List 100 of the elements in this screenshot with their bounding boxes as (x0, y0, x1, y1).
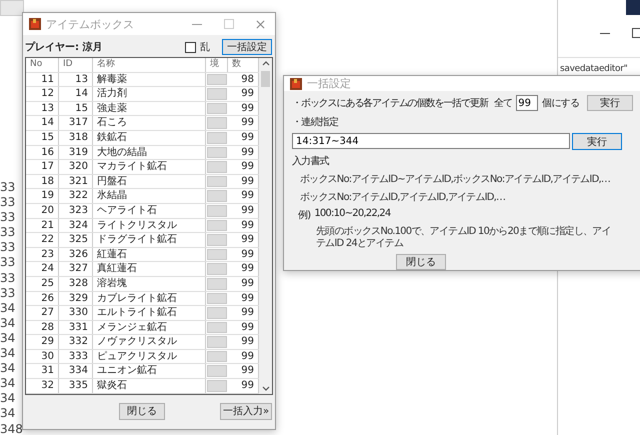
slot-button[interactable] (207, 102, 227, 114)
table-cell: 328 (59, 276, 93, 290)
slot-button[interactable] (207, 365, 227, 378)
slot-button[interactable] (207, 292, 227, 304)
app-icon (290, 78, 302, 90)
table-cell: 21 (26, 218, 59, 232)
table-cell: 335 (59, 379, 93, 393)
bulk-input-button[interactable]: 一括入力» (220, 402, 272, 420)
count-suffix: 個にする (542, 97, 580, 110)
slot-button[interactable] (207, 248, 227, 260)
table-cell: ピュアクリスタル (93, 350, 206, 364)
scroll-up-icon[interactable] (262, 61, 270, 66)
table-cell: 鉄鉱石 (93, 130, 206, 145)
table-cell: 石ころ (93, 116, 206, 130)
column-header: 名称 (93, 58, 206, 72)
count-field[interactable]: 99 (516, 95, 538, 111)
slot-button[interactable] (207, 88, 227, 100)
slot-button[interactable] (207, 278, 227, 290)
scrollbar-thumb[interactable] (261, 71, 270, 87)
slot-button[interactable] (207, 234, 227, 246)
window-title: アイテムボックス (46, 16, 135, 32)
table-cell: 318 (59, 130, 93, 145)
table-cell: 活力剤 (93, 87, 206, 101)
minimize-icon[interactable] (600, 32, 610, 34)
checkbox[interactable] (185, 42, 196, 52)
example-label: 例) (298, 209, 310, 222)
table-cell: 330 (59, 306, 93, 320)
list-number: 34 (0, 300, 16, 316)
table-cell: 14 (26, 116, 59, 130)
column-header: 境 (206, 58, 228, 72)
slot-button[interactable] (207, 220, 227, 232)
table-cell: 15 (59, 102, 93, 116)
table-cell: 322 (59, 189, 93, 203)
table-cell: 319 (59, 146, 93, 160)
run-button[interactable]: 実行 (587, 95, 634, 111)
slot-button[interactable] (207, 307, 227, 319)
table-cell: 紅蓮石 (93, 248, 206, 262)
table-cell: ドラグライト鉱石 (93, 233, 206, 247)
list-number: 34 (0, 361, 16, 376)
column-header: No (26, 58, 59, 72)
close-button[interactable]: 閉じる (396, 254, 446, 270)
table-cell: 15 (26, 130, 59, 145)
list-number: 34 (0, 346, 16, 362)
table-cell: 溶岩塊 (93, 276, 206, 290)
close-icon[interactable] (256, 20, 265, 28)
table-cell: 真紅蓮石 (93, 262, 206, 276)
slot-button[interactable] (207, 146, 227, 158)
list-number: 33 (0, 180, 16, 196)
table-cell: 320 (59, 160, 93, 174)
table-cell: 20 (26, 204, 59, 218)
scroll-down-icon[interactable] (262, 386, 270, 391)
close-button[interactable]: 閉じる (119, 402, 165, 420)
table-cell: 獄炎石 (93, 379, 206, 393)
table-cell: 19 (26, 189, 59, 203)
table-cell: 325 (59, 233, 93, 247)
table-cell: 29 (26, 335, 59, 349)
slot-button[interactable] (207, 263, 227, 275)
list-number: 33 (0, 195, 16, 210)
table-cell: 17 (26, 160, 59, 174)
slot-button[interactable] (207, 190, 227, 202)
table-cell: 13 (59, 72, 93, 86)
table-cell: 30 (26, 350, 59, 364)
example-value: 100:10~20,22,24 (314, 208, 390, 221)
app-icon (29, 18, 41, 30)
table-cell: 327 (59, 262, 93, 276)
table-cell: 16 (26, 146, 59, 160)
list-number: 34 (0, 406, 16, 422)
bulk-settings-button[interactable]: 一括設定 (222, 39, 272, 55)
table-cell: マカライト鉱石 (93, 160, 206, 174)
list-number: 33 (0, 210, 16, 226)
table-cell: 333 (59, 350, 93, 364)
table-cell: 氷結晶 (93, 189, 206, 203)
table-cell: 317 (59, 116, 93, 130)
slot-button[interactable] (207, 336, 227, 348)
list-number: 33 (0, 270, 16, 286)
example-description: 先頭のボックスNo.100で、アイテムID 10から20まで順に指定し、アイテムID 24とアイテム (315, 226, 612, 250)
slot-button[interactable] (207, 380, 227, 392)
slot-button[interactable] (207, 117, 227, 129)
table-cell: 323 (59, 204, 93, 218)
table-cell: 331 (59, 320, 93, 334)
table-cell: 27 (26, 306, 59, 320)
slot-button[interactable] (207, 322, 227, 334)
run-button[interactable]: 実行 (572, 133, 622, 150)
slot-button[interactable] (207, 204, 227, 217)
slot-button[interactable] (207, 132, 227, 144)
table-cell: 332 (59, 335, 93, 349)
list-number: 33 (0, 225, 16, 240)
slot-button[interactable] (207, 74, 227, 86)
slot-button[interactable] (207, 176, 227, 188)
table-cell: 31 (26, 364, 59, 378)
table-cell: メランジェ鉱石 (93, 320, 206, 334)
list-number: 34 (0, 376, 16, 392)
table-cell: 大地の結晶 (93, 146, 206, 160)
slot-button[interactable] (207, 350, 227, 362)
slot-button[interactable] (207, 161, 227, 173)
maximize-icon[interactable] (632, 28, 640, 38)
range-field[interactable]: 14:317~344 (292, 133, 570, 149)
range-label: ・連続指定 (292, 116, 340, 129)
table-cell: ヘアライト石 (93, 204, 206, 218)
player-label: プレイヤー: 涼月 (25, 40, 104, 54)
